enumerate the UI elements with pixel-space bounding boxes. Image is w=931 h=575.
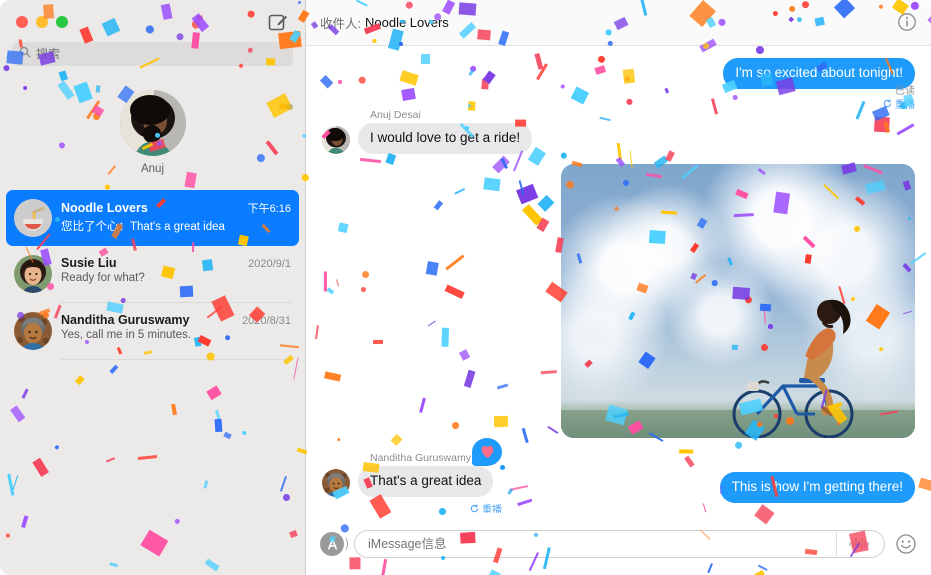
conversation-body: Susie Liu 2020/9/1 Ready for what? <box>61 255 291 284</box>
avatar-anuj-desai <box>322 125 350 154</box>
conversation-preview: Ready for what? <box>61 272 145 284</box>
conversation-title: Susie Liu <box>61 256 117 270</box>
info-icon[interactable] <box>897 12 917 37</box>
message-input-field[interactable] <box>354 530 885 558</box>
replay-icon <box>883 99 892 108</box>
avatar-anuj[interactable] <box>119 89 186 156</box>
conversation-preview: Yes, call me in 5 minutes. <box>61 329 191 341</box>
message-bubble-outgoing[interactable]: I'm so excited about tonight! <box>723 58 915 89</box>
audio-waveform-icon[interactable] <box>836 532 880 556</box>
conversation-time: 2020/9/1 <box>248 258 291 270</box>
message-row-incoming-nanditha: Nanditha Guruswamy That's a great idea <box>322 437 915 497</box>
message-input[interactable] <box>368 537 836 551</box>
list-divider <box>61 359 291 360</box>
message-sender-name: Anuj Desai <box>370 108 421 121</box>
photo-cyclist <box>732 299 854 438</box>
message-bubble-incoming[interactable]: I would love to get a ride! <box>358 122 533 154</box>
conversation-title: Noodle Lovers <box>61 201 148 215</box>
sidebar: Anuj Noodle Lovers <box>0 0 306 575</box>
message-input-bar <box>306 513 931 575</box>
replay-label: 重播 <box>895 100 915 111</box>
pinned-name: Anuj <box>140 162 165 175</box>
title-bar <box>0 0 305 42</box>
conversation-time: 2020/8/31 <box>242 315 291 327</box>
window-controls <box>16 16 68 28</box>
conversation-title: Nanditha Guruswamy <box>61 313 190 327</box>
search-field[interactable] <box>12 42 293 66</box>
conversation-body: Noodle Lovers 下午6:16 您比了个心：That's a grea… <box>61 199 291 234</box>
heart-icon <box>481 445 493 458</box>
conversation-body: Nanditha Guruswamy 2020/8/31 Yes, call m… <box>61 312 291 341</box>
minimize-button[interactable] <box>36 16 48 28</box>
read-receipt: 已读 <box>895 86 915 97</box>
photo-attachment[interactable] <box>561 163 915 438</box>
replay-effect-button-top[interactable]: 重播 <box>883 96 915 111</box>
message-row-photo <box>322 163 915 438</box>
message-bubble-incoming-tapback[interactable]: That's a great idea <box>358 465 494 497</box>
conversation-item-noodle-lovers[interactable]: Noodle Lovers 下午6:16 您比了个心：That's a grea… <box>6 190 299 246</box>
search-bar <box>0 42 305 66</box>
search-input[interactable] <box>36 47 286 61</box>
replay-icon <box>470 504 479 512</box>
messages-window: Anuj Noodle Lovers <box>0 0 931 575</box>
close-button[interactable] <box>16 16 28 28</box>
recipient-label: 收件人: <box>320 17 361 31</box>
conversation-time: 下午6:16 <box>247 203 291 215</box>
conversation-list: Noodle Lovers 下午6:16 您比了个心：That's a grea… <box>0 190 305 360</box>
conversation-preview: 您比了个心：That's a great idea <box>61 221 225 233</box>
conversation-item-susie-liu[interactable]: Susie Liu 2020/9/1 Ready for what? <box>6 246 299 302</box>
avatar-nanditha-message <box>322 468 350 497</box>
zoom-button[interactable] <box>56 16 68 28</box>
message-row-incoming-anuj: Anuj Desai I would love to get a ride! <box>322 109 915 154</box>
avatar-noodle-lovers <box>14 199 52 237</box>
recipient-name[interactable]: Noodle Lovers <box>365 15 449 30</box>
avatar-nanditha <box>14 312 52 350</box>
avatar-susie-liu <box>14 255 52 293</box>
app-store-icon[interactable] <box>320 532 348 556</box>
message-column: Anuj Desai I would love to get a ride! <box>358 108 533 154</box>
compose-icon[interactable] <box>267 11 289 33</box>
conversation-header: 收件人: Noodle Lovers <box>306 0 931 46</box>
conversation-item-nanditha-guruswamy[interactable]: Nanditha Guruswamy 2020/8/31 Yes, call m… <box>6 303 299 359</box>
emoji-smiley-icon[interactable] <box>895 533 917 555</box>
message-thread: I'm so excited about tonight! 已读 重播 Anuj… <box>306 46 931 513</box>
conversation-pane: 收件人: Noodle Lovers I'm so excited about … <box>306 0 931 575</box>
heart-tapback[interactable] <box>472 437 505 470</box>
search-icon <box>19 45 31 63</box>
message-row-outgoing: I'm so excited about tonight! <box>322 58 915 89</box>
replay-label: 重播 <box>482 504 502 513</box>
pinned-conversations: Anuj <box>0 66 305 190</box>
